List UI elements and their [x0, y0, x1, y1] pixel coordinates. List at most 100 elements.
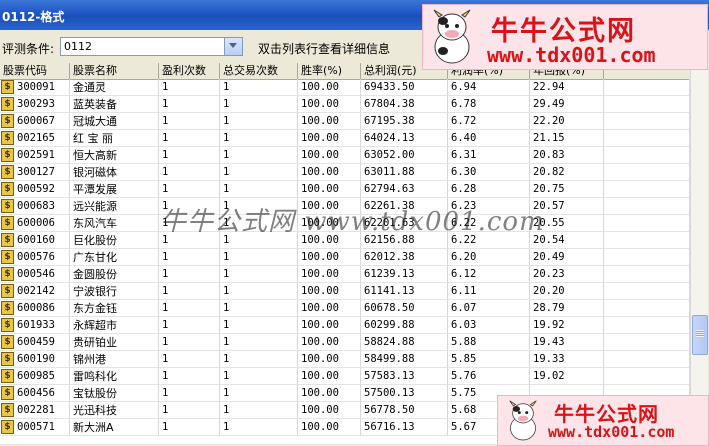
cell-rate: 6.03 — [448, 317, 530, 334]
cell-profit: 56716.13 — [361, 419, 448, 436]
table-row[interactable]: $002165 红 宝 丽 1 1 100.00 64024.13 6.40 21.15 — [0, 130, 690, 147]
cell-trades: 1 — [220, 130, 298, 147]
cell-name: 远兴能源 — [70, 198, 159, 215]
cell-name: 金圆股份 — [70, 266, 159, 283]
cell-text: 19.33 — [533, 353, 565, 365]
cell-text: 000546 — [17, 268, 55, 280]
dollar-coin-icon: $ — [1, 250, 14, 264]
table-row[interactable]: $600985 雷鸣科化 1 1 100.00 57583.13 5.76 19.02 — [0, 368, 690, 385]
cell-text: 29.49 — [533, 98, 565, 110]
cell-rate: 5.88 — [448, 334, 530, 351]
cell-profit: 62012.38 — [361, 249, 448, 266]
cell-text: 1 — [162, 132, 169, 144]
table-row[interactable]: $000592 平潭发展 1 1 100.00 62794.63 6.28 20.75 — [0, 181, 690, 198]
cell-name: 贵研铂业 — [70, 334, 159, 351]
cell-text: 100.00 — [301, 370, 339, 382]
scrollbar-thumb[interactable] — [692, 315, 708, 355]
table-row[interactable]: $600086 东方金钰 1 1 100.00 60678.50 6.07 28.79 — [0, 300, 690, 317]
cell-trades: 1 — [220, 351, 298, 368]
cell-wins: 1 — [159, 419, 220, 436]
cell-text: 6.07 — [451, 302, 477, 314]
column-header-wins[interactable]: 盈利次数 — [159, 63, 220, 79]
vertical-scrollbar[interactable] — [690, 63, 708, 444]
dollar-coin-icon: $ — [1, 80, 14, 94]
cell-profit: 63052.00 — [361, 147, 448, 164]
table-row[interactable]: $600067 冠城大通 1 1 100.00 67195.38 6.72 22.20 — [0, 113, 690, 130]
column-header-trades[interactable]: 总交易次数 — [220, 63, 298, 79]
cell-trades: 1 — [220, 334, 298, 351]
cell-code: $002591 — [0, 147, 70, 164]
cell-name: 银河磁体 — [70, 164, 159, 181]
cell-text: 600086 — [17, 302, 55, 314]
cell-text: 金通灵 — [73, 81, 106, 94]
cell-rate: 5.76 — [448, 368, 530, 385]
cell-profit: 64024.13 — [361, 130, 448, 147]
cell-code: $600067 — [0, 113, 70, 130]
chevron-down-icon[interactable] — [224, 38, 242, 55]
cell-profit: 60678.50 — [361, 300, 448, 317]
cell-text: 5.68 — [451, 404, 477, 416]
cell-text: 63011.88 — [364, 166, 415, 178]
column-header-name[interactable]: 股票名称 — [70, 63, 159, 79]
cell-profit: 67804.38 — [361, 96, 448, 113]
cell-text: 002142 — [17, 285, 55, 297]
cell-winrate: 100.00 — [298, 130, 361, 147]
cell-text: 1 — [162, 268, 169, 280]
cell-text: 1 — [223, 404, 230, 416]
cell-empty — [604, 249, 690, 266]
cell-text: 6.40 — [451, 132, 477, 144]
cell-text: 1 — [223, 302, 230, 314]
cell-text: 100.00 — [301, 319, 339, 331]
table-row[interactable]: $300293 蓝英装备 1 1 100.00 67804.38 6.78 29.49 — [0, 96, 690, 113]
cell-text: 300127 — [17, 166, 55, 178]
cell-text: 60678.50 — [364, 302, 415, 314]
cell-text: 61239.13 — [364, 268, 415, 280]
cell-text: 56716.13 — [364, 421, 415, 433]
cell-name: 恒大高新 — [70, 147, 159, 164]
dollar-coin-icon: $ — [1, 403, 14, 417]
table-row[interactable]: $000546 金圆股份 1 1 100.00 61239.13 6.12 20.23 — [0, 266, 690, 283]
cell-text: 58499.88 — [364, 353, 415, 365]
cell-wins: 1 — [159, 334, 220, 351]
cell-code: $600985 — [0, 368, 70, 385]
dollar-coin-icon: $ — [1, 267, 14, 281]
table-row[interactable]: $300091 金通灵 1 1 100.00 69433.50 6.94 22.94 — [0, 79, 690, 96]
cell-text: 600456 — [17, 387, 55, 399]
cell-empty — [604, 300, 690, 317]
cell-trades: 1 — [220, 79, 298, 96]
cell-text: 永辉超市 — [73, 319, 117, 332]
cell-text: 100.00 — [301, 268, 339, 280]
cell-code: $000576 — [0, 249, 70, 266]
table-row[interactable]: $000576 广东甘化 1 1 100.00 62012.38 6.20 20.49 — [0, 249, 690, 266]
cell-text: 20.23 — [533, 268, 565, 280]
cell-empty — [604, 164, 690, 181]
cell-text: 1 — [223, 421, 230, 433]
dollar-coin-icon: $ — [1, 284, 14, 298]
cell-text: 锦州港 — [73, 353, 106, 366]
cell-text: 300293 — [17, 98, 55, 110]
cell-empty — [604, 317, 690, 334]
cell-text: 1 — [162, 353, 169, 365]
cell-text: 5.76 — [451, 370, 477, 382]
column-header-winrate[interactable]: 胜率(%) — [298, 63, 361, 79]
cell-rate: 6.40 — [448, 130, 530, 147]
table-row[interactable]: $300127 银河磁体 1 1 100.00 63011.88 6.30 20.82 — [0, 164, 690, 181]
table-row[interactable]: $600459 贵研铂业 1 1 100.00 58824.88 5.88 19.43 — [0, 334, 690, 351]
cell-text: 1 — [162, 81, 169, 93]
cell-text: 巨化股份 — [73, 234, 117, 247]
table-row[interactable]: $002142 宁波银行 1 1 100.00 61141.13 6.11 20.20 — [0, 283, 690, 300]
cell-annual: 20.82 — [530, 164, 604, 181]
cell-text: 5.67 — [451, 421, 477, 433]
table-row[interactable]: $600190 锦州港 1 1 100.00 58499.88 5.85 19.33 — [0, 351, 690, 368]
condition-select[interactable]: 0112 — [60, 37, 243, 56]
cell-trades: 1 — [220, 113, 298, 130]
column-header-code[interactable]: 股票代码 — [0, 63, 70, 79]
cell-text: 19.43 — [533, 336, 565, 348]
cell-text: 1 — [223, 98, 230, 110]
cell-text: 28.79 — [533, 302, 565, 314]
table-row[interactable]: $601933 永辉超市 1 1 100.00 60299.88 6.03 19.92 — [0, 317, 690, 334]
cell-rate: 6.72 — [448, 113, 530, 130]
cell-text: 1 — [223, 285, 230, 297]
cell-name: 平潭发展 — [70, 181, 159, 198]
table-row[interactable]: $002591 恒大高新 1 1 100.00 63052.00 6.31 20.83 — [0, 147, 690, 164]
